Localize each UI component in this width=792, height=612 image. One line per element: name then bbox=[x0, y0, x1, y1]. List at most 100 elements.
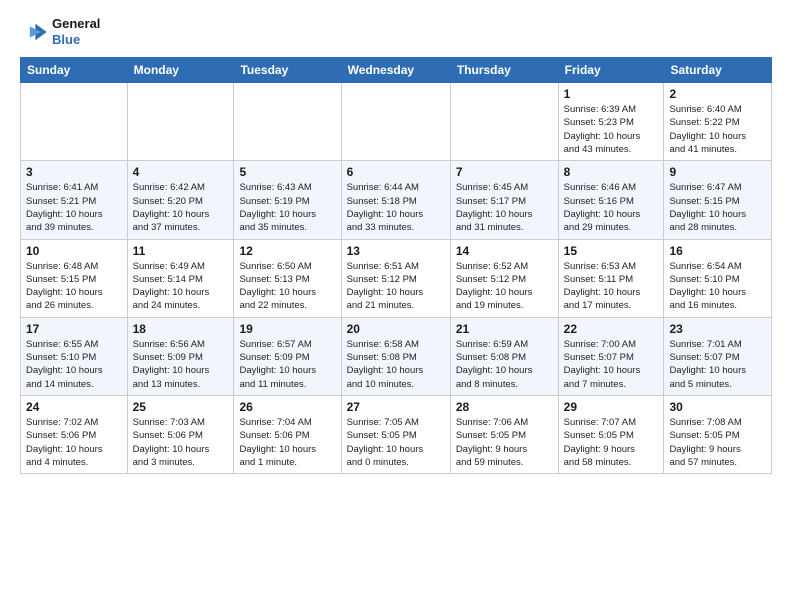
day-info: Sunrise: 6:54 AM Sunset: 5:10 PM Dayligh… bbox=[669, 260, 766, 313]
header: General Blue bbox=[20, 16, 772, 47]
calendar-cell: 10 Sunrise: 6:48 AM Sunset: 5:15 PM Dayli… bbox=[21, 239, 128, 317]
day-number: 14 bbox=[456, 244, 553, 258]
calendar-cell: 26Sunrise: 7:04 AM Sunset: 5:06 PM Dayli… bbox=[234, 395, 341, 473]
calendar-cell: 27 Sunrise: 7:05 AM Sunset: 5:05 PM Dayli… bbox=[341, 395, 450, 473]
day-number: 26 bbox=[239, 400, 335, 414]
calendar-cell: 19 Sunrise: 6:57 AM Sunset: 5:09 PM Dayli… bbox=[234, 317, 341, 395]
calendar-cell: 1 Sunrise: 6:39 AM Sunset: 5:23 PM Daylig… bbox=[558, 83, 664, 161]
calendar-cell: 5Sunrise: 6:43 AM Sunset: 5:19 PM Daylig… bbox=[234, 161, 341, 239]
day-number: 2 bbox=[669, 87, 766, 101]
calendar-cell: 15 Sunrise: 6:53 AM Sunset: 5:11 PM Dayli… bbox=[558, 239, 664, 317]
day-number: 10 bbox=[26, 244, 122, 258]
day-info: Sunrise: 7:02 AM Sunset: 5:06 PM Dayligh… bbox=[26, 416, 122, 469]
day-number: 11 bbox=[133, 244, 229, 258]
day-info: Sunrise: 6:55 AM Sunset: 5:10 PM Dayligh… bbox=[26, 338, 122, 391]
calendar-cell: 7 Sunrise: 6:45 AM Sunset: 5:17 PM Daylig… bbox=[450, 161, 558, 239]
calendar-week-row: 10 Sunrise: 6:48 AM Sunset: 5:15 PM Dayli… bbox=[21, 239, 772, 317]
weekday-header: Monday bbox=[127, 58, 234, 83]
logo: General Blue bbox=[20, 16, 100, 47]
day-number: 29 bbox=[564, 400, 659, 414]
day-info: Sunrise: 6:44 AM Sunset: 5:18 PM Dayligh… bbox=[347, 181, 445, 234]
day-info: Sunrise: 7:06 AM Sunset: 5:05 PM Dayligh… bbox=[456, 416, 553, 469]
calendar-page: General Blue SundayMondayTuesdayWednesda… bbox=[0, 0, 792, 490]
calendar-week-row: 24 Sunrise: 7:02 AM Sunset: 5:06 PM Dayli… bbox=[21, 395, 772, 473]
calendar-cell: 13 Sunrise: 6:51 AM Sunset: 5:12 PM Dayli… bbox=[341, 239, 450, 317]
day-info: Sunrise: 6:50 AM Sunset: 5:13 PM Dayligh… bbox=[239, 260, 335, 313]
calendar-cell bbox=[341, 83, 450, 161]
day-number: 19 bbox=[239, 322, 335, 336]
day-number: 18 bbox=[133, 322, 229, 336]
calendar-week-row: 3Sunrise: 6:41 AM Sunset: 5:21 PM Daylig… bbox=[21, 161, 772, 239]
day-info: Sunrise: 6:46 AM Sunset: 5:16 PM Dayligh… bbox=[564, 181, 659, 234]
day-info: Sunrise: 6:53 AM Sunset: 5:11 PM Dayligh… bbox=[564, 260, 659, 313]
day-number: 6 bbox=[347, 165, 445, 179]
day-number: 20 bbox=[347, 322, 445, 336]
day-info: Sunrise: 7:07 AM Sunset: 5:05 PM Dayligh… bbox=[564, 416, 659, 469]
day-info: Sunrise: 6:49 AM Sunset: 5:14 PM Dayligh… bbox=[133, 260, 229, 313]
calendar-cell: 14 Sunrise: 6:52 AM Sunset: 5:12 PM Dayli… bbox=[450, 239, 558, 317]
weekday-header: Friday bbox=[558, 58, 664, 83]
day-info: Sunrise: 6:58 AM Sunset: 5:08 PM Dayligh… bbox=[347, 338, 445, 391]
day-info: Sunrise: 6:59 AM Sunset: 5:08 PM Dayligh… bbox=[456, 338, 553, 391]
day-number: 24 bbox=[26, 400, 122, 414]
calendar-cell: 28Sunrise: 7:06 AM Sunset: 5:05 PM Dayli… bbox=[450, 395, 558, 473]
day-number: 13 bbox=[347, 244, 445, 258]
calendar-cell: 29 Sunrise: 7:07 AM Sunset: 5:05 PM Dayli… bbox=[558, 395, 664, 473]
calendar-cell: 30 Sunrise: 7:08 AM Sunset: 5:05 PM Dayli… bbox=[664, 395, 772, 473]
weekday-header: Saturday bbox=[664, 58, 772, 83]
day-number: 7 bbox=[456, 165, 553, 179]
calendar-cell: 6 Sunrise: 6:44 AM Sunset: 5:18 PM Daylig… bbox=[341, 161, 450, 239]
day-number: 8 bbox=[564, 165, 659, 179]
weekday-header: Tuesday bbox=[234, 58, 341, 83]
day-info: Sunrise: 7:01 AM Sunset: 5:07 PM Dayligh… bbox=[669, 338, 766, 391]
day-info: Sunrise: 6:57 AM Sunset: 5:09 PM Dayligh… bbox=[239, 338, 335, 391]
calendar-cell bbox=[234, 83, 341, 161]
weekday-header: Sunday bbox=[21, 58, 128, 83]
day-number: 1 bbox=[564, 87, 659, 101]
day-info: Sunrise: 6:56 AM Sunset: 5:09 PM Dayligh… bbox=[133, 338, 229, 391]
day-number: 17 bbox=[26, 322, 122, 336]
weekday-header: Wednesday bbox=[341, 58, 450, 83]
day-info: Sunrise: 6:47 AM Sunset: 5:15 PM Dayligh… bbox=[669, 181, 766, 234]
calendar-cell: 25 Sunrise: 7:03 AM Sunset: 5:06 PM Dayli… bbox=[127, 395, 234, 473]
calendar-cell: 23 Sunrise: 7:01 AM Sunset: 5:07 PM Dayli… bbox=[664, 317, 772, 395]
day-number: 3 bbox=[26, 165, 122, 179]
day-info: Sunrise: 6:51 AM Sunset: 5:12 PM Dayligh… bbox=[347, 260, 445, 313]
day-info: Sunrise: 6:39 AM Sunset: 5:23 PM Dayligh… bbox=[564, 103, 659, 156]
day-number: 25 bbox=[133, 400, 229, 414]
calendar-cell bbox=[450, 83, 558, 161]
day-info: Sunrise: 6:52 AM Sunset: 5:12 PM Dayligh… bbox=[456, 260, 553, 313]
calendar-cell: 12 Sunrise: 6:50 AM Sunset: 5:13 PM Dayli… bbox=[234, 239, 341, 317]
calendar-cell: 4Sunrise: 6:42 AM Sunset: 5:20 PM Daylig… bbox=[127, 161, 234, 239]
calendar-cell: 9 Sunrise: 6:47 AM Sunset: 5:15 PM Daylig… bbox=[664, 161, 772, 239]
calendar-cell bbox=[127, 83, 234, 161]
day-info: Sunrise: 6:45 AM Sunset: 5:17 PM Dayligh… bbox=[456, 181, 553, 234]
day-number: 30 bbox=[669, 400, 766, 414]
day-info: Sunrise: 7:08 AM Sunset: 5:05 PM Dayligh… bbox=[669, 416, 766, 469]
day-number: 23 bbox=[669, 322, 766, 336]
day-number: 12 bbox=[239, 244, 335, 258]
day-number: 27 bbox=[347, 400, 445, 414]
day-info: Sunrise: 6:40 AM Sunset: 5:22 PM Dayligh… bbox=[669, 103, 766, 156]
day-info: Sunrise: 6:43 AM Sunset: 5:19 PM Dayligh… bbox=[239, 181, 335, 234]
calendar-cell: 24 Sunrise: 7:02 AM Sunset: 5:06 PM Dayli… bbox=[21, 395, 128, 473]
calendar-cell: 11 Sunrise: 6:49 AM Sunset: 5:14 PM Dayli… bbox=[127, 239, 234, 317]
calendar-cell: 3Sunrise: 6:41 AM Sunset: 5:21 PM Daylig… bbox=[21, 161, 128, 239]
day-info: Sunrise: 7:03 AM Sunset: 5:06 PM Dayligh… bbox=[133, 416, 229, 469]
calendar-cell: 21 Sunrise: 6:59 AM Sunset: 5:08 PM Dayli… bbox=[450, 317, 558, 395]
calendar-cell: 17 Sunrise: 6:55 AM Sunset: 5:10 PM Dayli… bbox=[21, 317, 128, 395]
day-info: Sunrise: 7:00 AM Sunset: 5:07 PM Dayligh… bbox=[564, 338, 659, 391]
calendar-cell bbox=[21, 83, 128, 161]
calendar-cell: 2 Sunrise: 6:40 AM Sunset: 5:22 PM Daylig… bbox=[664, 83, 772, 161]
day-info: Sunrise: 7:05 AM Sunset: 5:05 PM Dayligh… bbox=[347, 416, 445, 469]
day-number: 9 bbox=[669, 165, 766, 179]
calendar-cell: 18 Sunrise: 6:56 AM Sunset: 5:09 PM Dayli… bbox=[127, 317, 234, 395]
logo-text: General Blue bbox=[52, 16, 100, 47]
day-number: 22 bbox=[564, 322, 659, 336]
day-number: 15 bbox=[564, 244, 659, 258]
day-number: 21 bbox=[456, 322, 553, 336]
weekday-header: Thursday bbox=[450, 58, 558, 83]
calendar-cell: 20 Sunrise: 6:58 AM Sunset: 5:08 PM Dayli… bbox=[341, 317, 450, 395]
day-number: 4 bbox=[133, 165, 229, 179]
day-info: Sunrise: 6:48 AM Sunset: 5:15 PM Dayligh… bbox=[26, 260, 122, 313]
